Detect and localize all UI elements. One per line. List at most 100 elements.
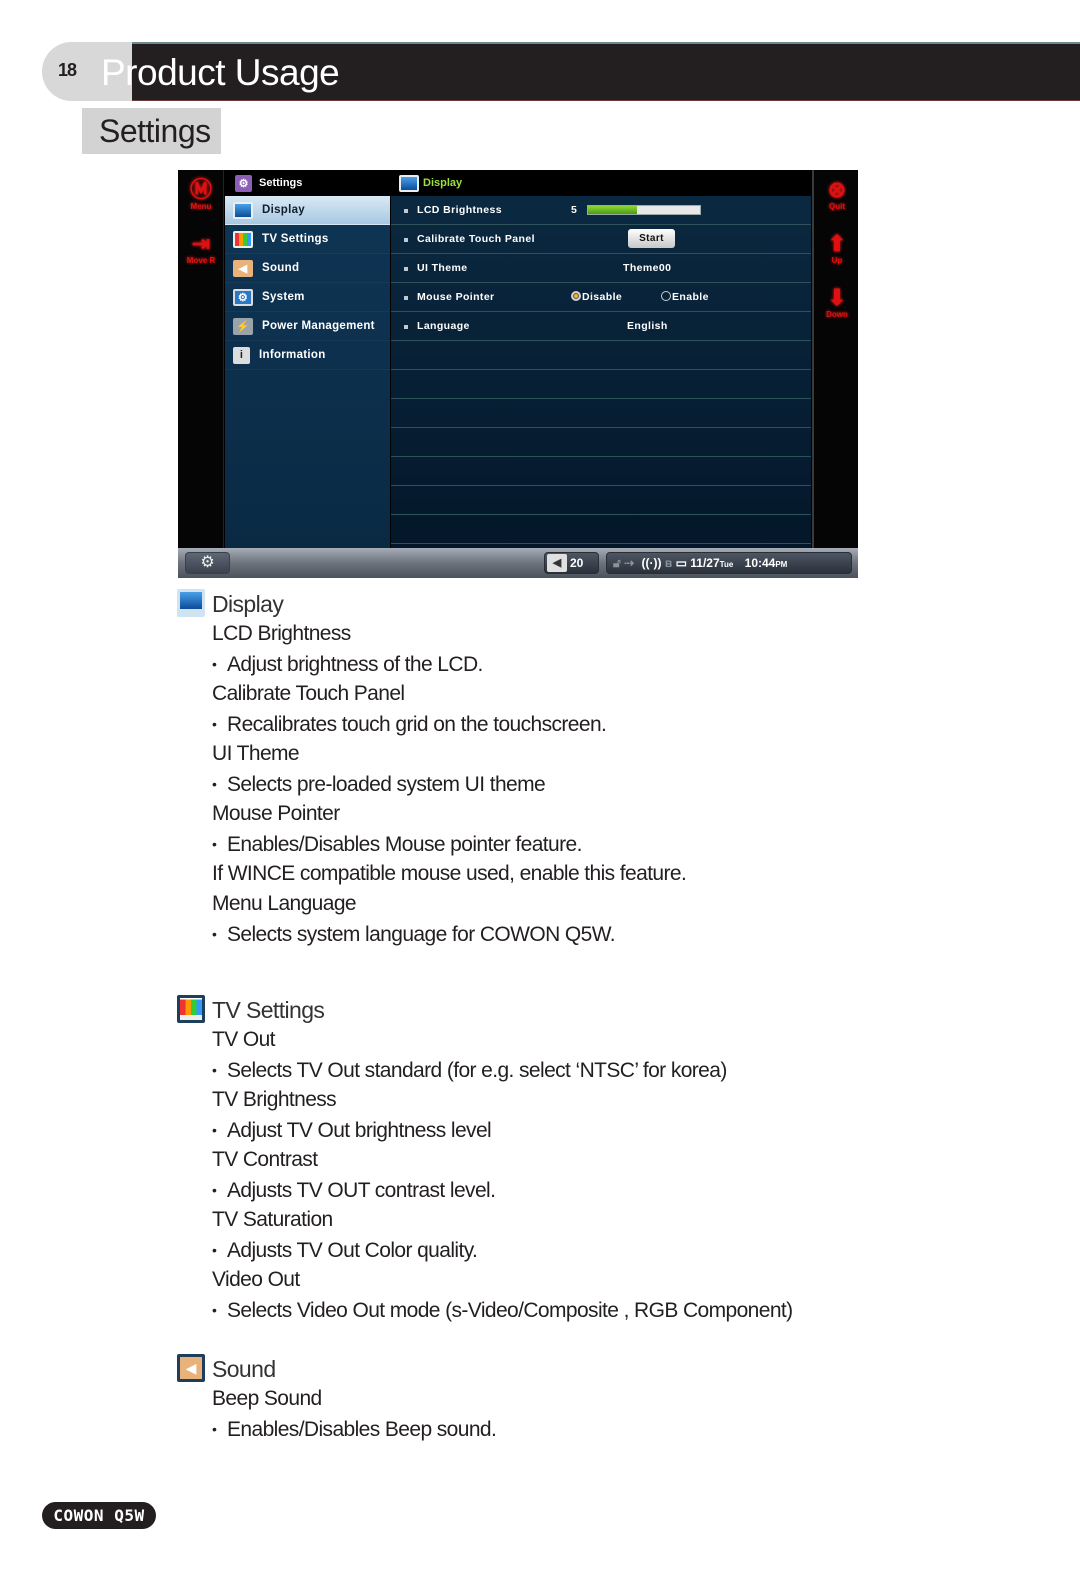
device-screenshot: Ⓜ Menu ⇥ Move R ⚙ Settings Display TV Se… [178,170,858,578]
ampm: PM [775,560,788,569]
menu-item-information[interactable]: i Information [225,341,390,370]
page-number: 18 [58,60,77,80]
subheading: Mouse Pointer [212,802,340,825]
settings-menu: ⚙ Settings Display TV Settings ◀ Sound ⚙… [225,170,390,548]
radio-unselected-icon [661,291,671,301]
page-title: Product Usage [101,52,340,93]
section-heading: Display [212,591,284,617]
arrow-up-icon: ⬆ [827,231,847,256]
menu-item-power-management[interactable]: ⚡ Power Management [225,312,390,341]
menu-item-tv-settings[interactable]: TV Settings [225,225,390,254]
tv-color-bars-icon [177,995,205,1023]
down-button[interactable]: ⬇ Down [814,285,858,320]
section-sound: Sound Beep Sound Enables/Disables Beep s… [212,1354,497,1444]
up-button[interactable]: ⬆ Up [814,231,858,266]
display-monitor-icon [177,589,205,617]
menu-item-display[interactable]: Display [225,196,390,225]
volume-indicator[interactable]: ◀ 20 [544,552,599,574]
section-tv-settings: TV Settings TV Out Selects TV Out standa… [212,995,793,1325]
radio-selected-icon [571,291,581,301]
language-value: English [627,320,668,332]
speaker-icon: ◀ [233,259,253,277]
settings-shortcut-button[interactable]: ⚙ [185,552,230,574]
subheading: TV Out [212,1028,276,1051]
usb-icon: ⇢ [624,556,635,570]
system-gear-icon: ⚙ [233,288,253,306]
brightness-slider-fill [588,206,638,214]
empty-row [391,428,811,457]
section-display: Display LCD Brightness Adjust brightness… [212,589,687,949]
bullet-text: Enables/Disables Mouse pointer feature. [212,829,686,859]
setting-row-language[interactable]: Language English [391,312,811,341]
display-monitor-icon [233,201,253,219]
bullet-text: Adjust TV Out brightness level [212,1115,793,1145]
bluetooth-icon: ʙ [664,556,673,570]
bullet-text: Selects TV Out standard (for e.g. select… [212,1055,793,1085]
subheading: UI Theme [212,742,300,765]
subheading: Calibrate Touch Panel [212,682,405,705]
display-settings-panel: Display LCD Brightness 5 Calibrate Touch… [391,170,811,548]
info-icon: i [233,346,250,364]
power-lightning-icon: ⚡ [233,317,253,335]
mouse-pointer-enable-radio[interactable]: Enable [661,291,709,303]
speaker-icon: ◀ [547,554,567,572]
menu-item-system[interactable]: ⚙ System [225,283,390,312]
brightness-slider[interactable] [587,205,701,215]
ui-theme-value: Theme00 [623,262,672,274]
quit-circle-x-icon: ⊗ [827,177,847,202]
arrow-down-icon: ⬇ [827,285,847,310]
bullet-text: Selects Video Out mode (s-Video/Composit… [212,1295,793,1325]
gear-icon: ⚙ [200,554,215,571]
status-info: 🔓︎ ⇢ ((·)) ʙ ▭ 11/27Tue 10:44PM [606,552,852,574]
date: 11/27 [690,556,720,570]
lock-icon: 🔓︎ [613,556,621,570]
note-text: If WINCE compatible mouse used, enable t… [212,862,687,885]
bullet-text: Recalibrates touch grid on the touchscre… [212,709,686,739]
setting-row-ui-theme[interactable]: UI Theme Theme00 [391,254,811,283]
brightness-value: 5 [571,204,578,216]
setting-row-lcd-brightness[interactable]: LCD Brightness 5 [391,196,811,225]
subheading: TV Brightness [212,1088,337,1111]
setting-row-calibrate-touch-panel: Calibrate Touch Panel Start [391,225,811,254]
wifi-icon: ((·)) [641,556,662,570]
bullet-text: Adjusts TV Out Color quality. [212,1235,793,1265]
section-heading: Sound [212,1356,276,1382]
left-hardware-column: Ⓜ Menu ⇥ Move R [178,170,224,548]
display-monitor-icon [399,174,419,192]
section-title: Settings [99,113,211,149]
settings-gear-icon: ⚙ [235,174,252,192]
subheading: TV Saturation [212,1208,333,1231]
mouse-pointer-disable-radio[interactable]: Disable [571,291,622,303]
empty-row [391,515,811,544]
quit-button[interactable]: ⊗ Quit [814,177,858,212]
bullet-text: Adjust brightness of the LCD. [212,649,686,679]
volume-value: 20 [570,556,584,570]
tv-color-bars-icon [233,230,253,248]
menu-button[interactable]: Ⓜ Menu [178,177,224,212]
subheading: Beep Sound [212,1387,322,1410]
empty-row [391,341,811,370]
weekday: Tue [719,560,734,569]
right-hardware-column: ⊗ Quit ⬆ Up ⬇ Down [812,170,858,548]
calibrate-start-button[interactable]: Start [628,229,675,248]
bullet-text: Adjusts TV OUT contrast level. [212,1175,793,1205]
subheading: Menu Language [212,892,357,915]
empty-row [391,370,811,399]
menu-header: ⚙ Settings [225,170,390,196]
bullet-text: Enables/Disables Beep sound. [212,1414,497,1444]
speaker-icon: ◀ [177,1354,205,1382]
brand-logo: COWON Q5W [42,1502,156,1529]
time: 10:44 [744,556,776,570]
empty-row [391,457,811,486]
move-right-button[interactable]: ⇥ Move R [178,232,224,266]
setting-row-mouse-pointer: Mouse Pointer Disable Enable [391,283,811,312]
empty-row [391,399,811,428]
subheading: Video Out [212,1268,300,1291]
subheading: LCD Brightness [212,622,351,645]
subheading: TV Contrast [212,1148,318,1171]
menu-item-sound[interactable]: ◀ Sound [225,254,390,283]
section-heading: TV Settings [212,997,325,1023]
menu-circle-m-icon: Ⓜ [189,177,212,202]
bullet-text: Selects pre-loaded system UI theme [212,769,686,799]
empty-row [391,486,811,515]
